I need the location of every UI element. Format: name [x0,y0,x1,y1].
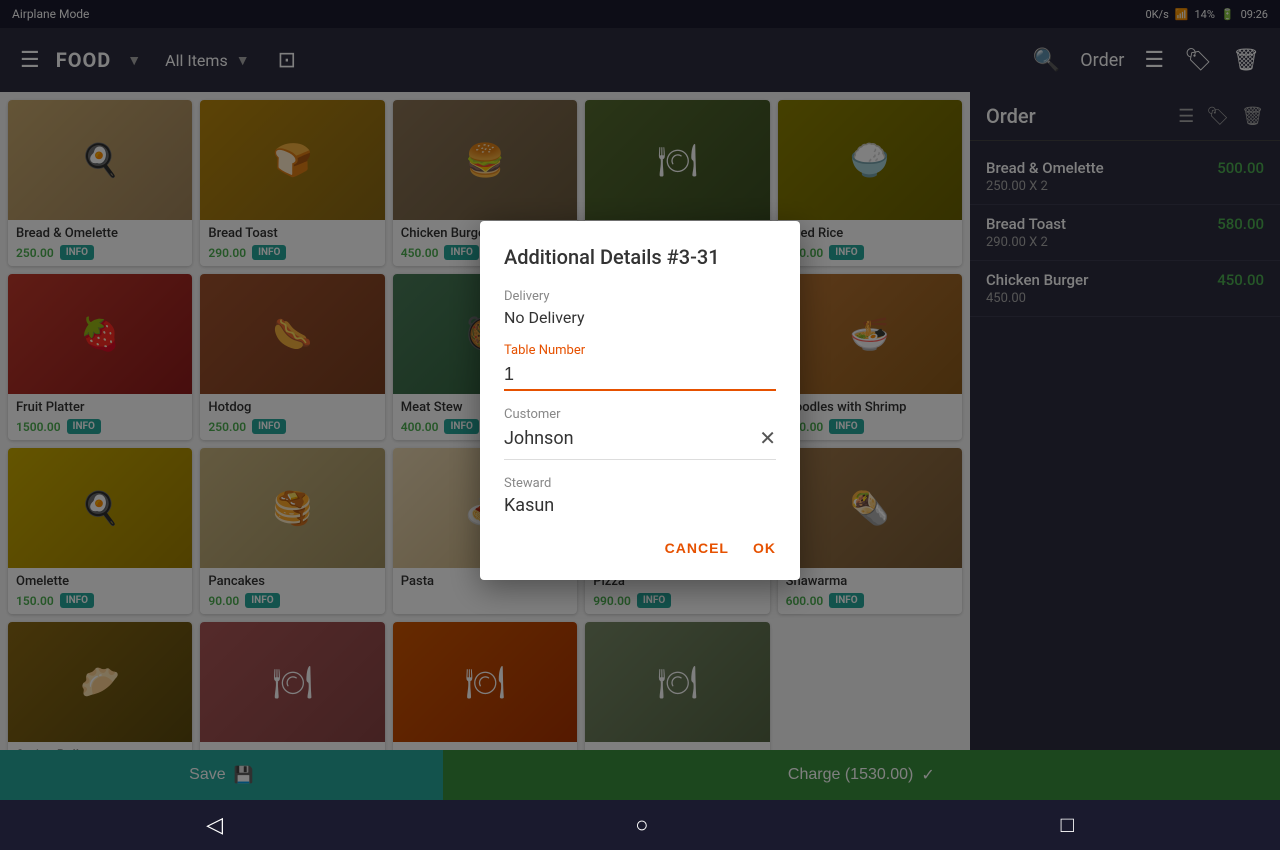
clear-customer-button[interactable]: ✕ [759,426,776,451]
additional-details-dialog: Additional Details #3-31 Delivery No Del… [480,221,800,580]
customer-field-row: Johnson ✕ [504,426,776,460]
table-number-label: Table Number [504,343,776,358]
ok-button[interactable]: OK [753,540,776,556]
delivery-value: No Delivery [504,308,776,327]
nav-bar: ◁ ○ □ [0,800,1280,850]
dialog-actions: CANCEL OK [504,540,776,556]
dialog-overlay: Additional Details #3-31 Delivery No Del… [0,0,1280,800]
steward-value: Kasun [504,495,776,516]
back-button[interactable]: ◁ [206,812,223,838]
delivery-label: Delivery [504,289,776,304]
customer-label: Customer [504,407,776,422]
table-number-input[interactable] [504,360,776,391]
steward-label: Steward [504,476,776,491]
customer-value: Johnson [504,428,574,449]
recents-button[interactable]: □ [1061,812,1074,838]
dialog-title: Additional Details #3-31 [504,245,776,269]
cancel-button[interactable]: CANCEL [665,540,729,556]
home-button[interactable]: ○ [635,812,648,838]
